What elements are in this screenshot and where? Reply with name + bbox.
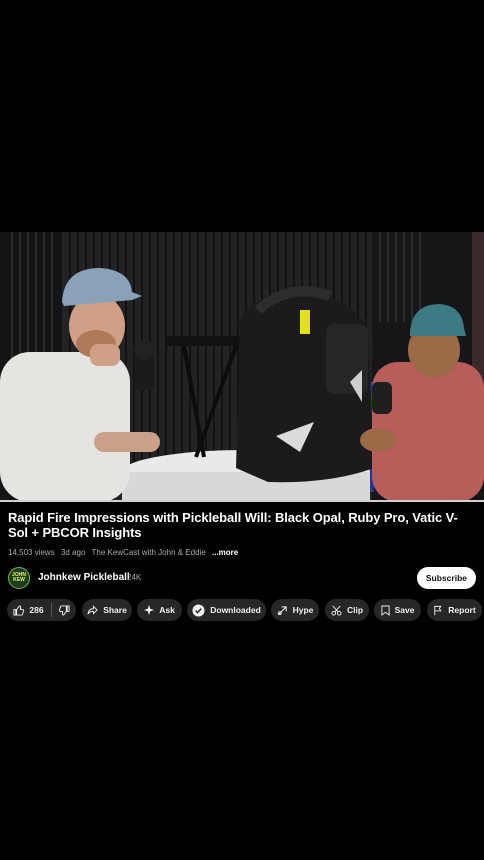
downloaded-label: Downloaded bbox=[210, 605, 261, 615]
subscribe-button[interactable]: Subscribe bbox=[416, 567, 476, 589]
like-dislike-group: 286 bbox=[7, 599, 76, 621]
video-progress-fill bbox=[0, 500, 484, 502]
more-link[interactable]: ...more bbox=[212, 548, 238, 557]
check-circle-icon bbox=[192, 603, 205, 617]
video-frame-image bbox=[0, 232, 484, 502]
thumbs-down-icon[interactable] bbox=[58, 604, 70, 616]
save-label: Save bbox=[394, 605, 415, 615]
view-count: 14,503 views bbox=[8, 548, 55, 557]
hype-icon bbox=[277, 605, 288, 616]
sparkle-icon bbox=[144, 605, 155, 615]
video-tags: The KewCast with John & Eddie bbox=[91, 548, 206, 557]
hype-button[interactable]: Hype bbox=[271, 599, 319, 621]
video-player[interactable] bbox=[0, 232, 484, 502]
share-label: Share bbox=[103, 605, 127, 615]
like-count[interactable]: 286 bbox=[29, 605, 43, 615]
share-button[interactable]: Share bbox=[82, 599, 132, 621]
like-divider bbox=[50, 603, 52, 617]
subscriber-count: 24K bbox=[127, 573, 142, 582]
video-meta[interactable]: 14,503 views 3d ago The KewCast with Joh… bbox=[8, 548, 476, 557]
action-bar: 286 Share Ask Downloaded Hype Clip Save … bbox=[7, 599, 484, 621]
report-button[interactable]: Report bbox=[427, 599, 482, 621]
flag-icon bbox=[433, 605, 443, 616]
scissors-icon bbox=[331, 605, 342, 616]
upload-age: 3d ago bbox=[60, 548, 86, 557]
thumbs-up-icon[interactable] bbox=[13, 604, 25, 616]
channel-name[interactable]: Johnkew Pickleball bbox=[38, 572, 130, 583]
ask-label: Ask bbox=[159, 605, 175, 615]
channel-avatar[interactable]: JOHN KEW bbox=[8, 567, 30, 589]
share-icon bbox=[87, 605, 98, 615]
clip-button[interactable]: Clip bbox=[325, 599, 369, 621]
channel-row: JOHN KEW Johnkew Pickleball 24K Subscrib… bbox=[0, 566, 484, 590]
report-label: Report bbox=[448, 605, 476, 615]
video-progress-bar[interactable] bbox=[0, 500, 484, 502]
video-title[interactable]: Rapid Fire Impressions with Pickleball W… bbox=[8, 510, 476, 540]
downloaded-button[interactable]: Downloaded bbox=[187, 599, 266, 621]
hype-label: Hype bbox=[292, 605, 314, 615]
bookmark-icon bbox=[381, 605, 390, 616]
ask-button[interactable]: Ask bbox=[137, 599, 182, 621]
save-button[interactable]: Save bbox=[374, 599, 421, 621]
clip-label: Clip bbox=[346, 605, 364, 615]
